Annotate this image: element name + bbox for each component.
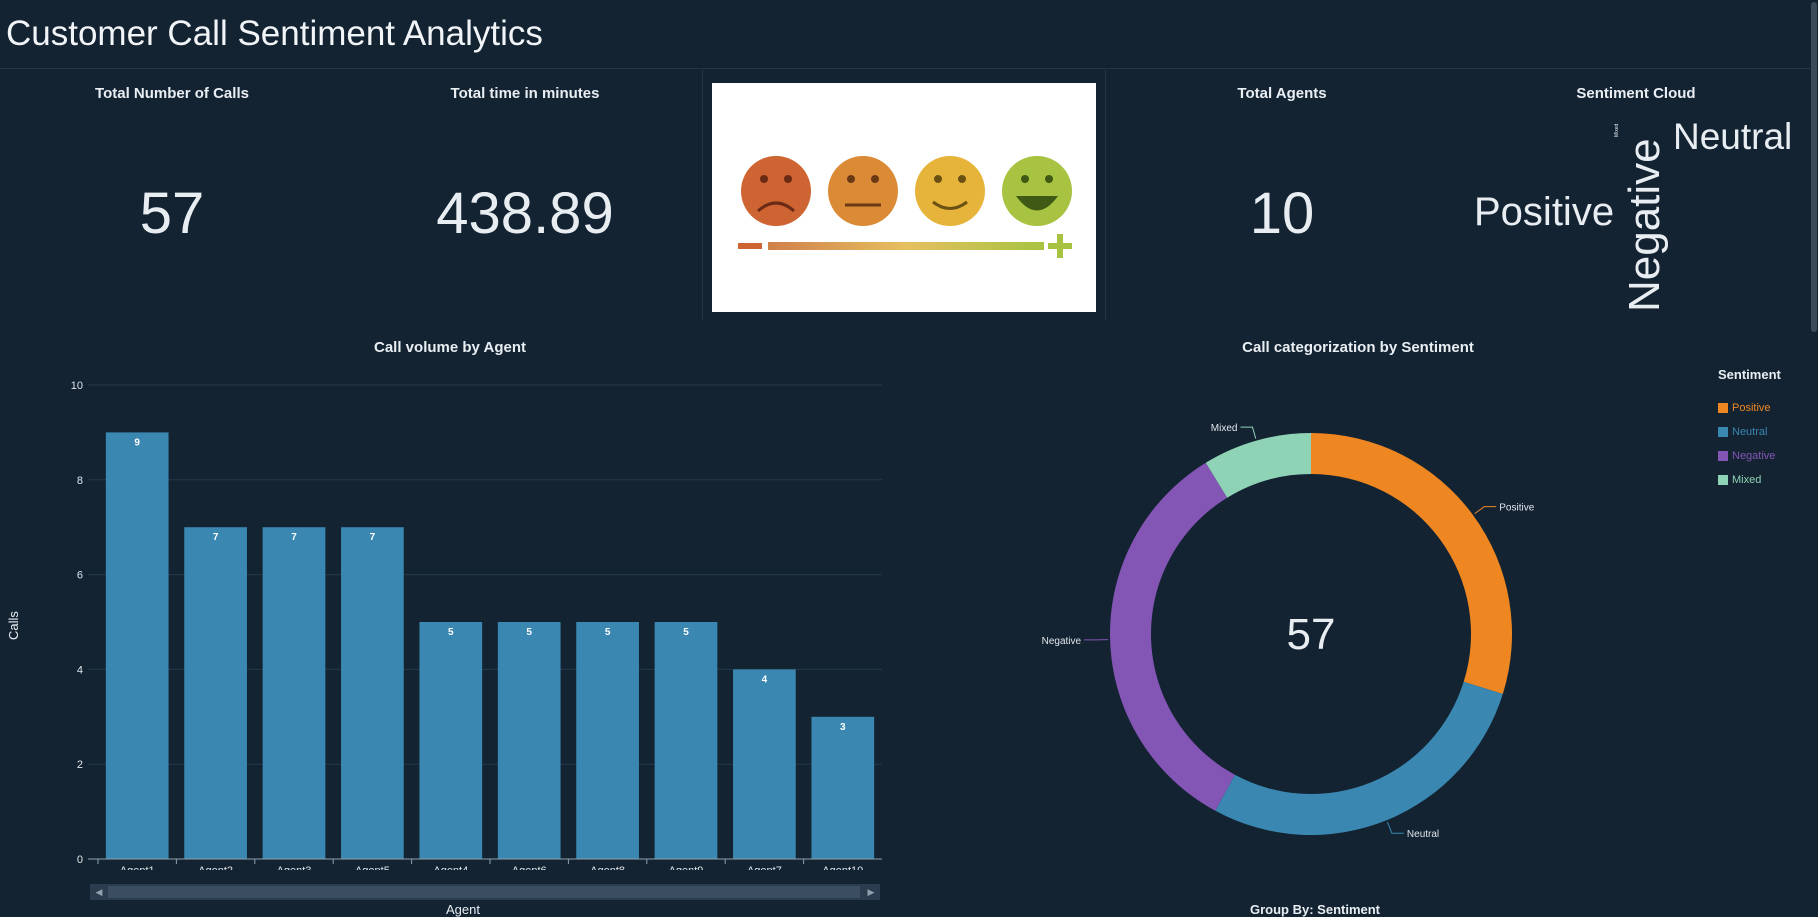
x-tick-label: Agent7 xyxy=(747,865,782,870)
legend-swatch xyxy=(1718,403,1728,413)
y-tick-label: 0 xyxy=(77,854,83,866)
total-time-value: 438.89 xyxy=(436,181,614,246)
slice-label: Mixed xyxy=(1211,423,1238,434)
x-tick-label: Agent1 xyxy=(120,865,155,870)
cloud-word-positive[interactable]: Positive xyxy=(1474,190,1614,235)
legend-swatch xyxy=(1718,451,1728,461)
sentiment-donut-chart: Positive Neutral Negative Mixed 57 xyxy=(1042,423,1535,840)
bar[interactable] xyxy=(576,622,639,859)
y-tick-label: 2 xyxy=(77,759,83,771)
page-scrollbar-thumb[interactable] xyxy=(1811,2,1817,332)
donut-slice-mixed[interactable] xyxy=(1205,433,1311,498)
sentiment-cloud-label: Sentiment Cloud xyxy=(1576,85,1696,102)
bar-data-label: 7 xyxy=(370,532,376,543)
total-calls-value: 57 xyxy=(139,181,205,246)
total-calls-label: Total Number of Calls xyxy=(95,85,249,102)
x-tick-label: Agent6 xyxy=(512,865,547,870)
x-tick-label: Agent2 xyxy=(198,865,233,870)
slice-label: Negative xyxy=(1042,636,1082,647)
group-by-label: Group By: Sentiment xyxy=(1250,902,1381,917)
bar-chart-scrollbar-thumb[interactable] xyxy=(108,886,860,898)
kpi-divider xyxy=(1105,70,1106,320)
bar-data-label: 5 xyxy=(605,627,611,638)
y-tick-label: 4 xyxy=(77,664,83,676)
bar-data-label: 5 xyxy=(448,627,454,638)
sentiment-scale-image xyxy=(712,83,1096,312)
slice-label: Neutral xyxy=(1407,829,1439,840)
total-agents-label: Total Agents xyxy=(1237,85,1327,102)
bar-x-axis-title: Agent xyxy=(446,902,480,917)
legend-title: Sentiment xyxy=(1718,367,1781,382)
legend-swatch xyxy=(1718,475,1728,485)
slice-leader-line xyxy=(1240,426,1257,439)
slice-leader-line xyxy=(1474,506,1497,515)
legend-label: Negative xyxy=(1732,450,1776,462)
bar[interactable] xyxy=(497,622,561,859)
title-divider xyxy=(0,68,1818,69)
bar[interactable] xyxy=(654,622,718,859)
bar[interactable] xyxy=(341,527,404,859)
bar-data-label: 9 xyxy=(134,437,140,448)
bar-data-label: 7 xyxy=(291,532,297,543)
bar-data-label: 5 xyxy=(526,627,532,638)
cloud-word-mixed[interactable]: Mixed xyxy=(1614,124,1620,137)
x-tick-label: Agent9 xyxy=(669,865,704,870)
bar[interactable] xyxy=(105,432,169,859)
donut-chart-title: Call categorization by Sentiment xyxy=(1242,339,1474,356)
legend-swatch xyxy=(1718,427,1728,437)
sentiment-faces-icon xyxy=(738,156,1072,258)
total-agents-value: 10 xyxy=(1249,181,1315,246)
donut-center-value: 57 xyxy=(1287,610,1336,659)
bar-data-label: 4 xyxy=(762,674,768,685)
x-tick-label: Agent8 xyxy=(590,865,625,870)
kpi-divider xyxy=(702,70,703,320)
slice-leader-line xyxy=(1386,821,1404,834)
bar-data-label: 5 xyxy=(683,627,689,638)
bar[interactable] xyxy=(184,527,247,859)
legend-label: Positive xyxy=(1732,402,1771,414)
legend-item-positive[interactable]: Positive xyxy=(1718,401,1771,415)
bar-chart-title: Call volume by Agent xyxy=(374,339,526,356)
donut-slice-negative[interactable] xyxy=(1110,462,1235,811)
legend-item-negative[interactable]: Negative xyxy=(1718,449,1775,463)
bar-data-label: 3 xyxy=(840,722,846,733)
slice-label: Positive xyxy=(1499,503,1534,514)
total-time-label: Total time in minutes xyxy=(450,85,600,102)
legend-item-mixed[interactable]: Mixed xyxy=(1718,473,1761,487)
call-volume-bar-chart: 0 2 4 6 8 10 9 Agent1 7 Agent2 7 Agent3 7 Agent5 5 Agen… xyxy=(71,380,882,870)
legend-label: Mixed xyxy=(1732,474,1762,486)
x-tick-label: Agent3 xyxy=(277,865,312,870)
legend-label: Neutral xyxy=(1732,426,1768,438)
bar-y-axis-title: Calls xyxy=(6,611,21,640)
scroll-right-icon[interactable]: ▶ xyxy=(864,885,878,899)
donut-slice-neutral[interactable] xyxy=(1215,681,1503,835)
y-tick-label: 8 xyxy=(77,475,83,487)
bar[interactable] xyxy=(262,527,326,859)
bar-data-label: 7 xyxy=(213,532,219,543)
cloud-word-neutral[interactable]: Neutral xyxy=(1673,116,1792,158)
bar[interactable] xyxy=(733,669,796,859)
cloud-word-negative[interactable]: Negative xyxy=(1620,138,1670,312)
y-tick-label: 10 xyxy=(71,380,83,392)
donut-slice-positive[interactable] xyxy=(1311,433,1512,695)
dashboard-page: Customer Call Sentiment Analytics Total … xyxy=(0,0,1818,917)
page-title: Customer Call Sentiment Analytics xyxy=(6,14,543,53)
x-tick-label: Agent10 xyxy=(822,865,863,870)
bar[interactable] xyxy=(811,716,875,859)
x-tick-label: Agent5 xyxy=(355,865,390,870)
legend-item-neutral[interactable]: Neutral xyxy=(1718,425,1767,439)
x-tick-label: Agent4 xyxy=(433,865,468,870)
scroll-left-icon[interactable]: ◀ xyxy=(92,885,106,899)
bar[interactable] xyxy=(419,622,483,859)
y-tick-label: 6 xyxy=(77,570,83,582)
